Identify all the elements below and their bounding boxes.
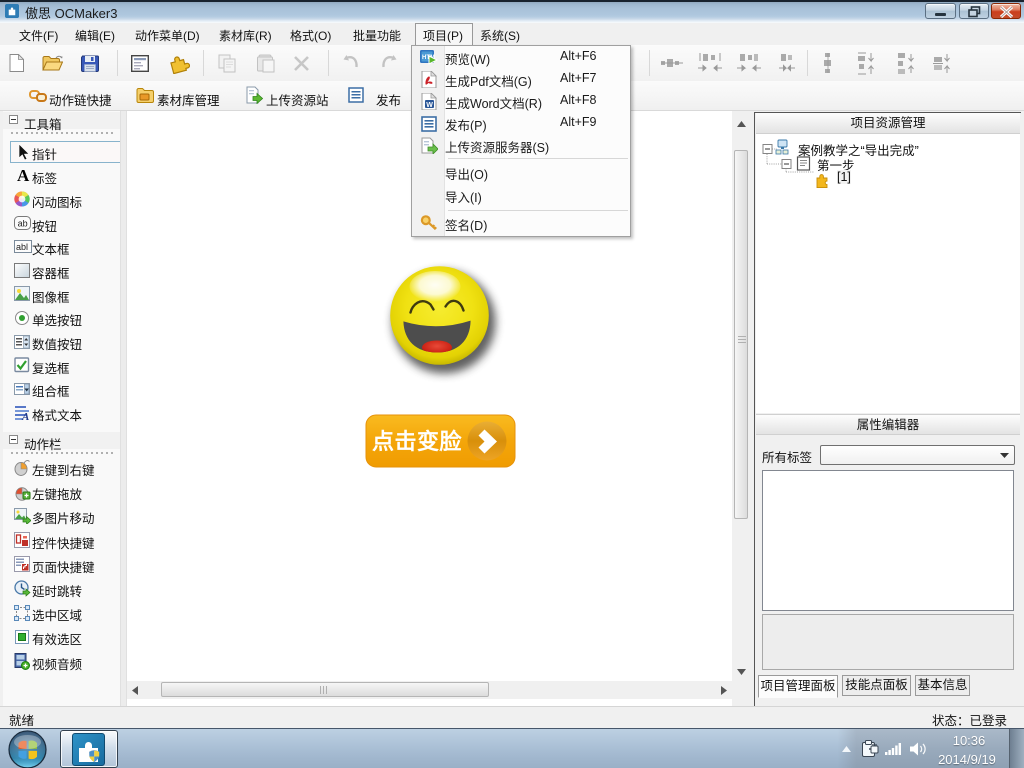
svg-text:W: W: [426, 102, 433, 109]
svg-text:abl: abl: [16, 242, 28, 252]
svg-text:ab: ab: [18, 219, 28, 229]
svg-text:A: A: [21, 411, 29, 421]
svg-text:点击变脸: 点击变脸: [372, 429, 463, 454]
